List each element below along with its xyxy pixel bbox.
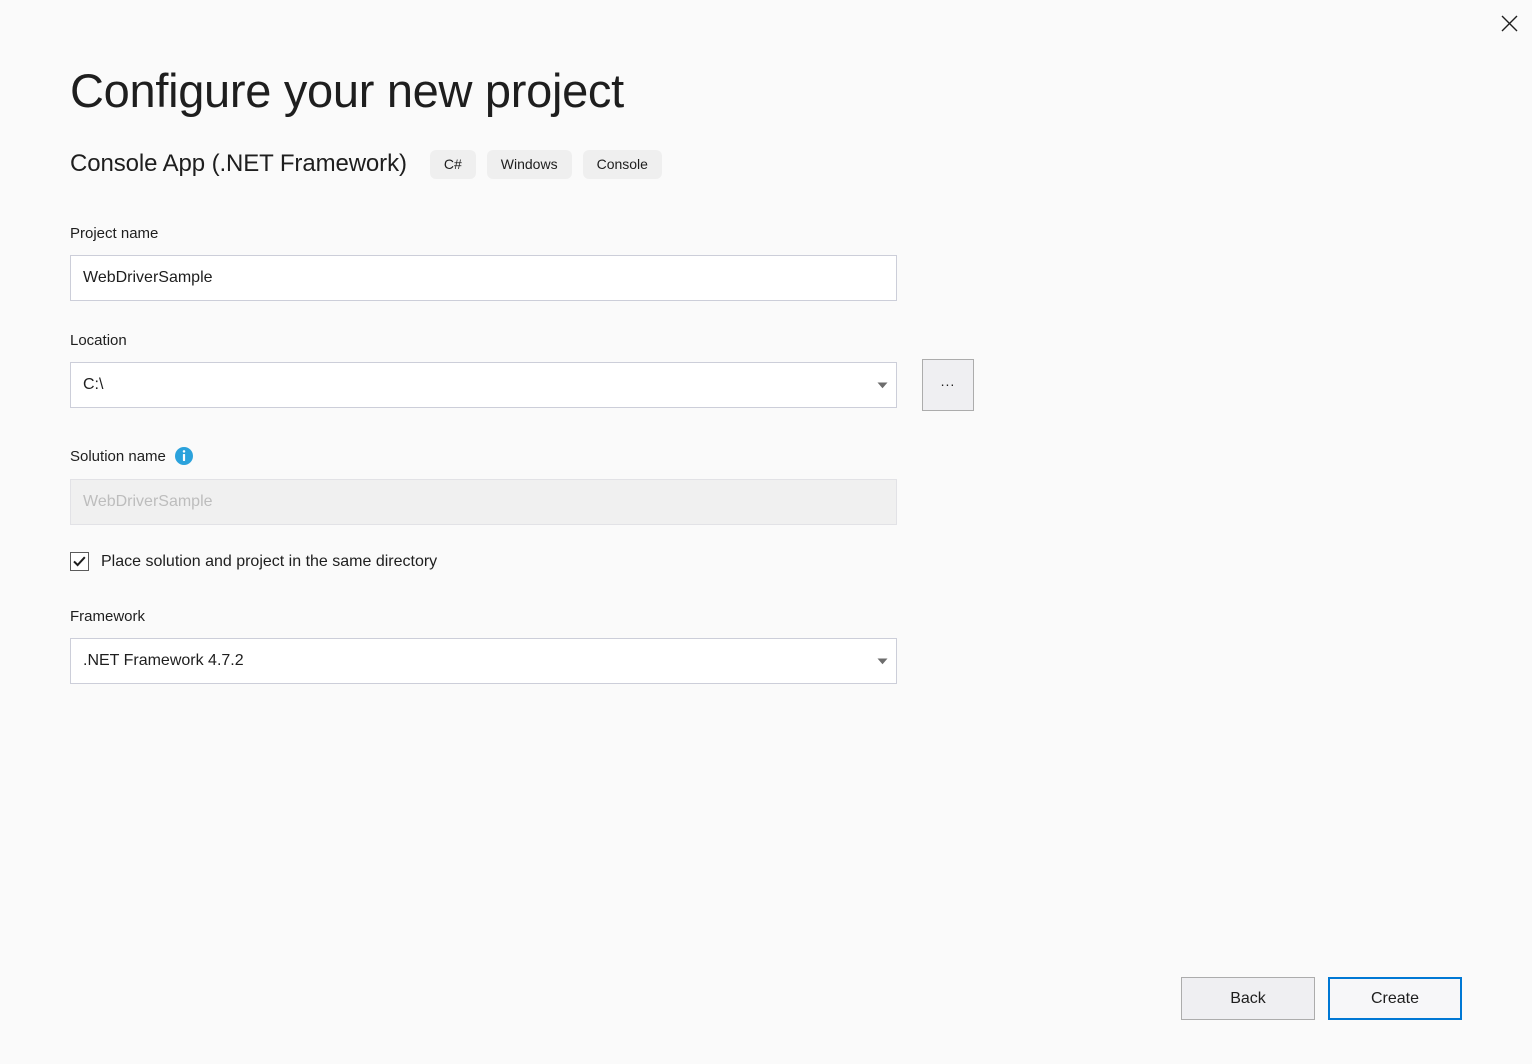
project-name-input[interactable] [70,255,897,301]
template-summary: Console App (.NET Framework) C# Windows … [70,149,1470,179]
location-group: Location C:\ ... [70,333,1470,411]
framework-group: Framework .NET Framework 4.7.2 [70,609,1470,684]
framework-value: .NET Framework 4.7.2 [71,653,868,669]
browse-location-button[interactable]: ... [922,359,974,411]
same-directory-checkbox-label: Place solution and project in the same d… [101,554,437,570]
dialog-content: Configure your new project Console App (… [70,0,1470,684]
framework-row: .NET Framework 4.7.2 [70,638,1470,684]
tag-language: C# [430,150,476,179]
solution-name-label: Solution name [70,447,1470,465]
location-value: C:\ [71,377,868,393]
location-row: C:\ ... [70,362,1470,411]
info-icon[interactable] [175,447,193,465]
page-title: Configure your new project [70,0,1470,114]
project-name-row [70,255,1470,301]
tag-platform: Windows [487,150,572,179]
project-name-group: Project name [70,226,1470,301]
back-button[interactable]: Back [1181,977,1315,1020]
same-directory-checkbox-row[interactable]: Place solution and project in the same d… [70,552,1470,571]
close-window-button[interactable] [1486,0,1532,46]
template-name: Console App (.NET Framework) [70,152,407,176]
checkmark-icon [73,556,86,567]
project-name-label: Project name [70,226,1470,241]
tag-project-type: Console [583,150,662,179]
solution-name-group: Solution name [70,447,1470,525]
same-directory-checkbox[interactable] [70,552,89,571]
chevron-down-icon[interactable] [868,363,896,407]
solution-name-label-text: Solution name [70,449,166,464]
chevron-down-icon[interactable] [868,639,896,683]
dialog-footer: Back Create [1181,977,1462,1020]
framework-combobox[interactable]: .NET Framework 4.7.2 [70,638,897,684]
framework-label: Framework [70,609,1470,624]
template-tag-list: C# Windows Console [430,150,662,179]
create-button[interactable]: Create [1328,977,1462,1020]
location-combobox[interactable]: C:\ [70,362,897,408]
location-label: Location [70,333,1470,348]
solution-name-input [70,479,897,525]
close-icon [1501,15,1518,32]
solution-name-row [70,479,1470,525]
